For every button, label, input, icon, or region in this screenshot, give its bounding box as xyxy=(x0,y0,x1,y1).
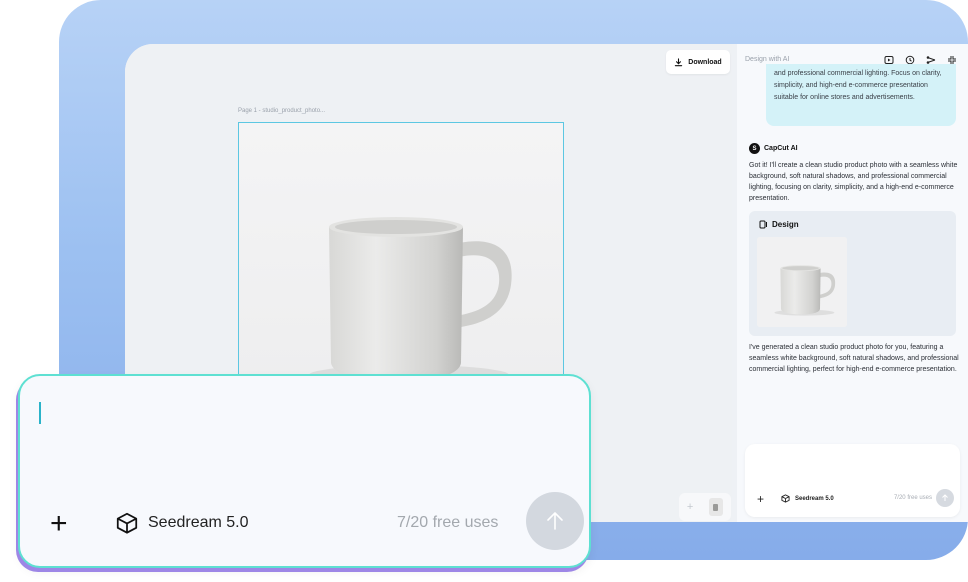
design-icon xyxy=(759,220,767,229)
mini-add-icon[interactable]: + xyxy=(757,492,764,506)
design-with-ai-panel: Design with AI and professional commerci… xyxy=(737,44,968,522)
ai-reply-text: Got it! I'll create a clean studio produ… xyxy=(749,162,958,202)
panel-chat-input[interactable]: + Seedream 5.0 7/20 free uses xyxy=(745,444,960,517)
mini-model-name: Seedream 5.0 xyxy=(795,495,834,502)
add-page-icon[interactable]: + xyxy=(687,501,693,513)
cube-icon xyxy=(116,512,138,534)
page-thumbnail[interactable] xyxy=(709,498,724,516)
download-icon xyxy=(675,57,683,66)
text-caret xyxy=(39,402,41,424)
design-card-header: Design xyxy=(759,220,799,229)
design-result-card[interactable]: Design xyxy=(749,211,956,336)
free-uses-counter: 7/20 free uses xyxy=(397,514,499,531)
page-label: Page 1 - studio_product_photo... xyxy=(238,108,326,114)
prompt-composer[interactable]: + Seedream 5.0 7/20 free uses xyxy=(18,374,591,568)
design-thumbnail[interactable] xyxy=(757,237,847,327)
ai-message-header: S CapCut AI xyxy=(749,143,798,154)
model-name: Seedream 5.0 xyxy=(148,514,249,531)
cube-icon xyxy=(781,494,790,503)
mini-model-selector[interactable]: Seedream 5.0 xyxy=(781,494,834,503)
ai-reply-text-2: I've generated a clean studio product ph… xyxy=(749,344,959,373)
user-message-bubble: and professional commercial lighting. Fo… xyxy=(766,64,956,126)
panel-title: Design with AI xyxy=(745,56,790,63)
canvas-zoom-controls: + xyxy=(679,493,731,521)
ai-name: CapCut AI xyxy=(764,145,798,152)
arrow-up-icon xyxy=(547,512,563,530)
download-label: Download xyxy=(688,58,722,66)
add-attachment-button[interactable]: + xyxy=(50,509,68,539)
send-button[interactable] xyxy=(526,492,584,550)
design-card-title: Design xyxy=(772,220,799,229)
capcut-ai-logo-icon: S xyxy=(749,143,760,154)
download-button[interactable]: Download xyxy=(666,50,730,74)
mini-free-uses: 7/20 free uses xyxy=(893,495,932,501)
model-selector[interactable]: Seedream 5.0 xyxy=(116,512,249,534)
arrow-up-icon xyxy=(942,494,948,501)
mini-send-button[interactable] xyxy=(936,489,954,507)
